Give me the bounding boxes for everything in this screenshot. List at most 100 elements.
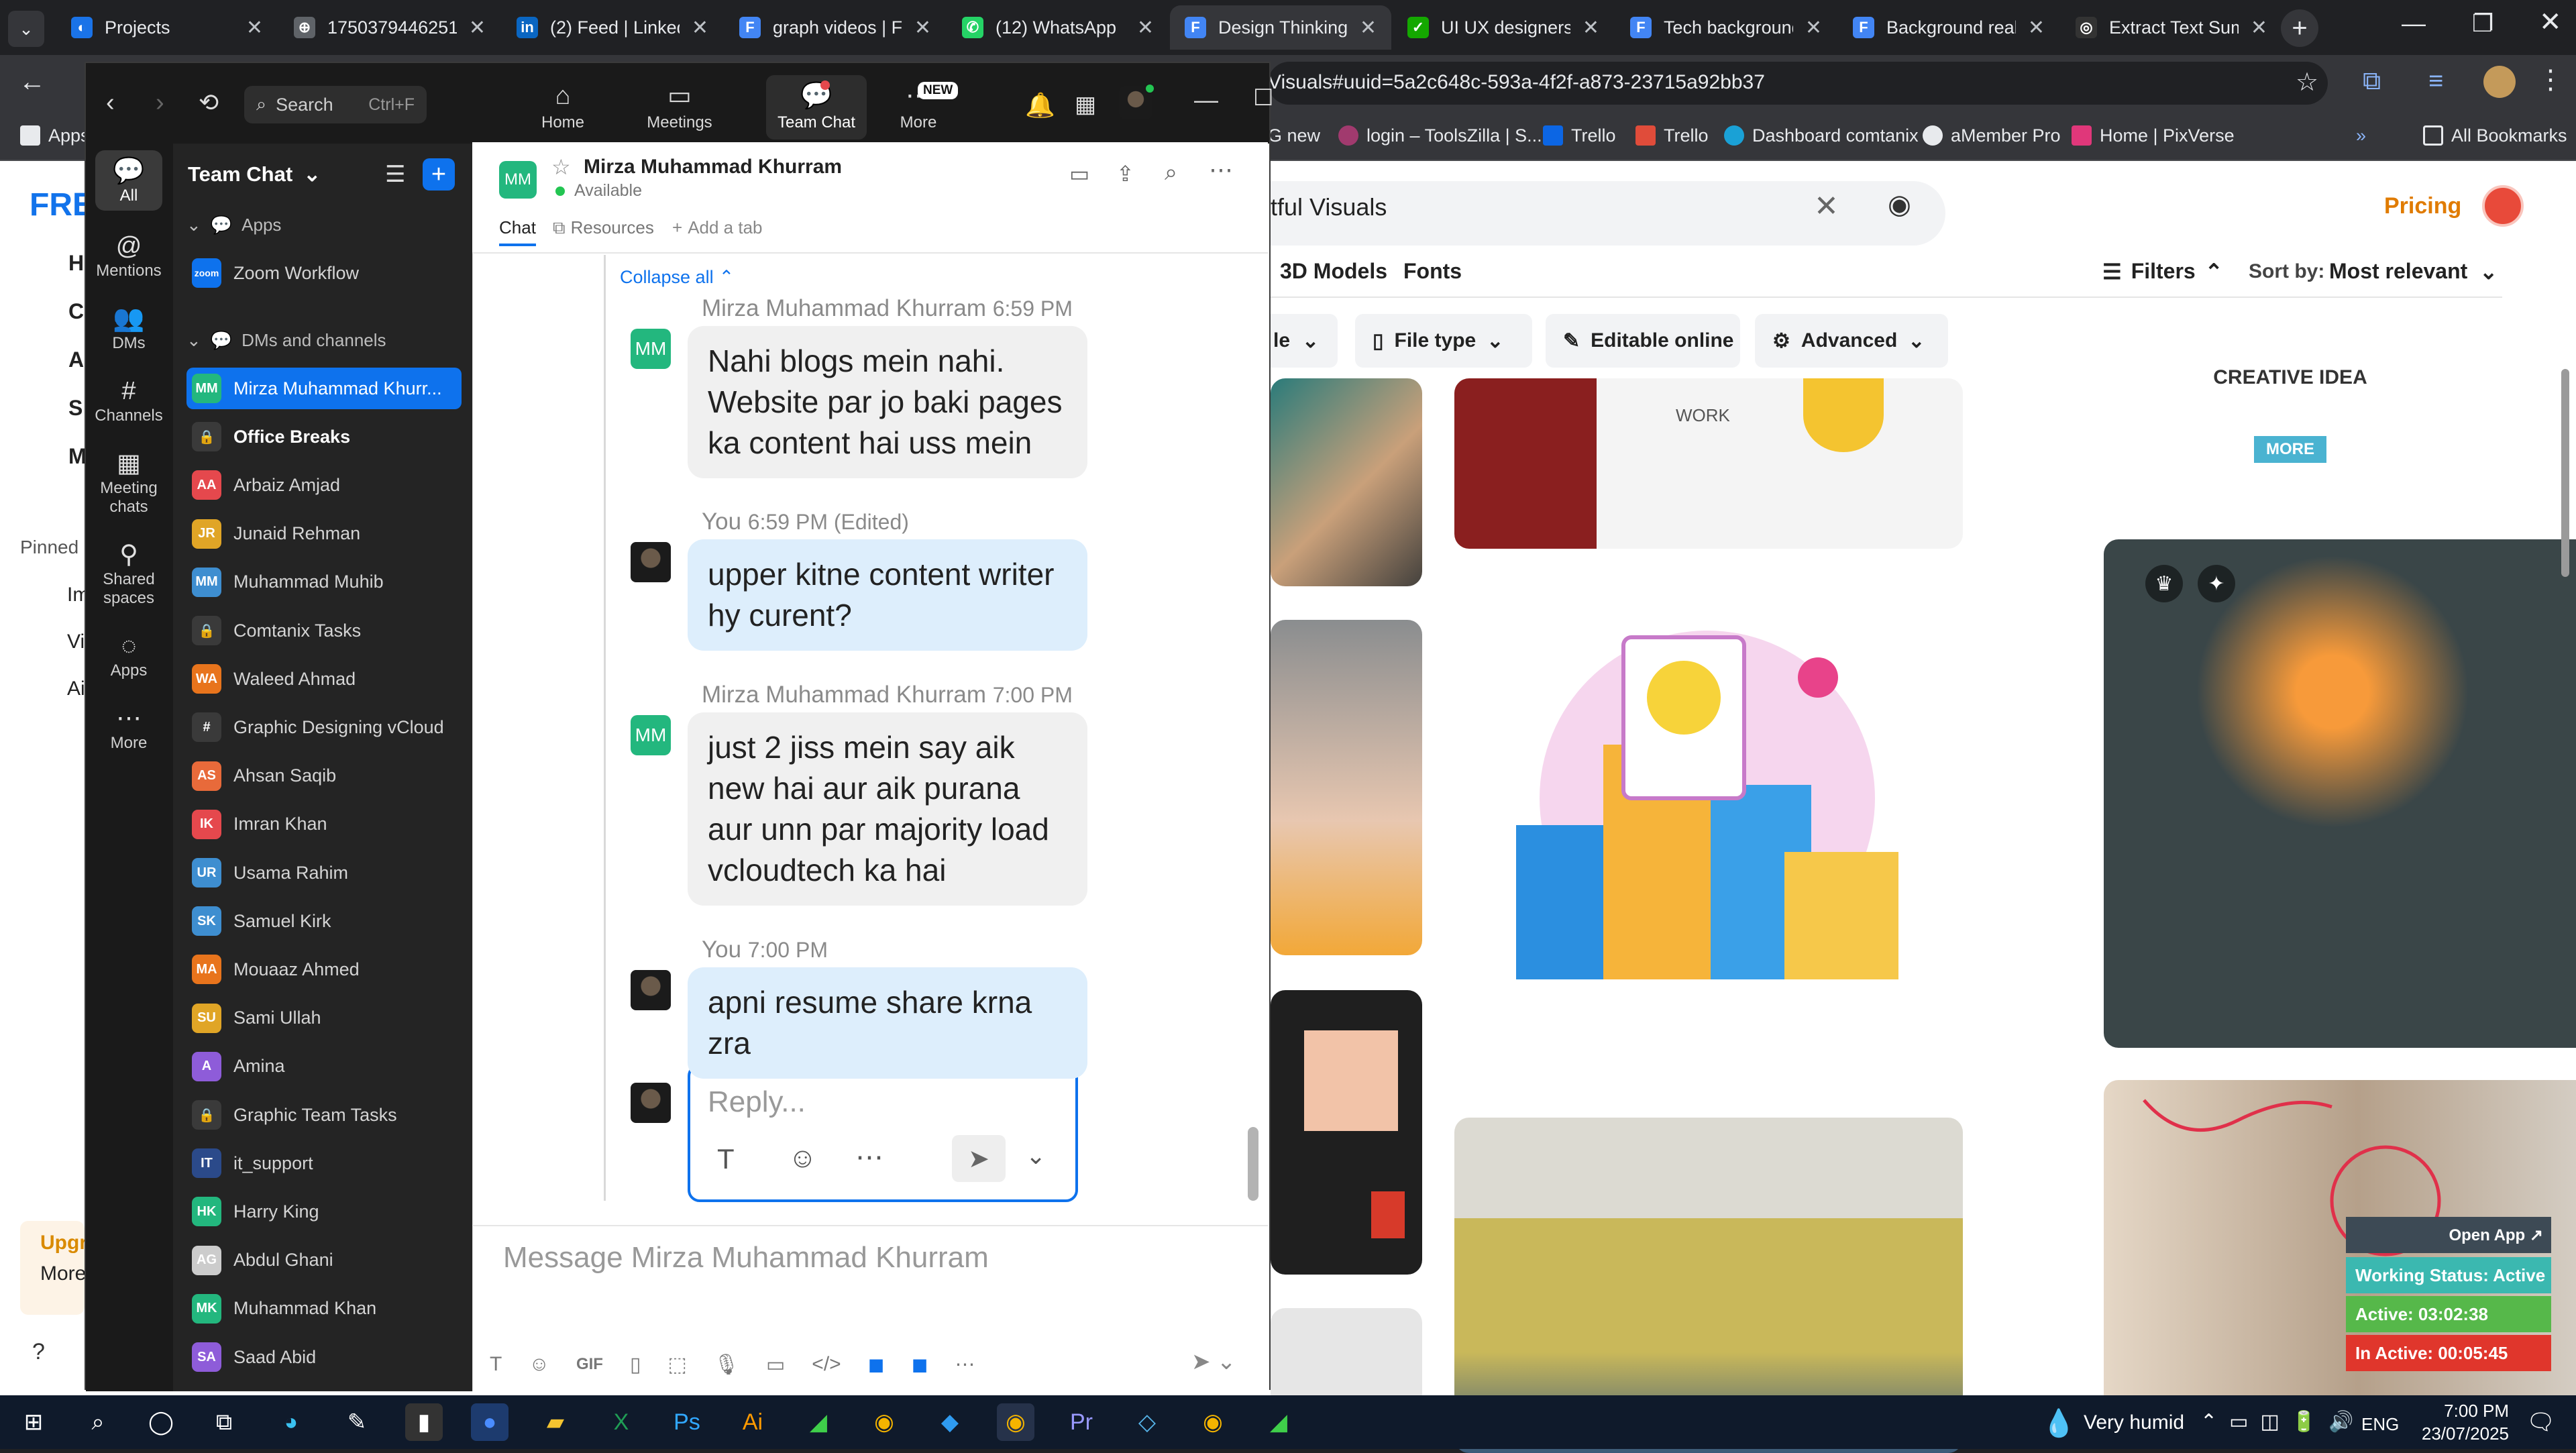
emoji-icon[interactable]: ☺ [529, 1353, 549, 1376]
excel-icon[interactable]: X [602, 1403, 640, 1441]
app-icon[interactable]: ◼ [912, 1353, 928, 1377]
list-item-zoom-workflow[interactable]: zoom Zoom Workflow [192, 252, 359, 294]
search-input[interactable]: ⌕ Search Ctrl+F [244, 86, 427, 123]
browser-menu-icon[interactable]: ⋮ [2537, 64, 2564, 95]
result-image[interactable] [1516, 624, 1898, 979]
zoom-app-icon[interactable]: ● [471, 1403, 508, 1441]
filter-chip[interactable]: le ⌄ [1271, 314, 1338, 368]
notifications-icon[interactable]: 🗨 [2526, 1409, 2555, 1436]
contact-avatar[interactable]: MM [631, 329, 671, 369]
rail-apps[interactable]: ◌ Apps [95, 631, 162, 680]
rail-shared-spaces[interactable]: ⚲ Shared spaces [95, 539, 162, 608]
filters-toggle[interactable]: ☰ Filters ⌃ [2102, 259, 2223, 284]
close-tab-icon[interactable]: ✕ [1137, 16, 1154, 40]
app-green-icon[interactable]: ◢ [800, 1403, 837, 1441]
browser-tab[interactable]: F Tech background ✕ [1615, 5, 1837, 50]
contact-avatar[interactable]: MM [631, 715, 671, 755]
rail-more[interactable]: ⋯ More [95, 703, 162, 753]
tab-chat[interactable]: Chat [499, 217, 536, 246]
back-icon[interactable]: ← [19, 67, 46, 97]
upgrade-card[interactable]: Upgr More [20, 1221, 87, 1315]
new-chat-button[interactable]: + [423, 158, 455, 191]
rail-channels[interactable]: # Channels [95, 376, 162, 425]
list-item[interactable]: MM Mirza Muhammad Khurr... [186, 368, 462, 409]
list-item[interactable]: UR Usama Rahim [186, 852, 462, 894]
browser-tab[interactable]: ⊕ 1750379446251 (✕ [279, 5, 500, 50]
scrollbar[interactable] [1248, 1127, 1258, 1201]
close-tab-icon[interactable]: ✕ [1582, 16, 1599, 40]
scrollbar[interactable] [2561, 369, 2569, 577]
clear-search-icon[interactable]: ✕ [1814, 189, 1839, 223]
list-item[interactable]: JR Junaid Rehman [186, 513, 462, 555]
browser-tab[interactable]: F Background realis ✕ [1838, 5, 2059, 50]
text-format-icon[interactable]: T [717, 1143, 735, 1175]
nav-team-chat[interactable]: 💬 Team Chat [766, 75, 867, 140]
chat-search-icon[interactable]: ⌕ [1165, 160, 1177, 186]
result-image[interactable] [1271, 1308, 1422, 1409]
close-tab-icon[interactable]: ✕ [1805, 16, 1822, 40]
close-tab-icon[interactable]: ✕ [914, 16, 931, 40]
minimize-icon[interactable]: — [1194, 86, 1218, 114]
list-item[interactable]: 🔒 Office Breaks [186, 416, 462, 458]
weather-text[interactable]: Very humid [2084, 1411, 2184, 1434]
list-item[interactable]: # Graphic Designing vCloud [186, 706, 462, 748]
tab-3d-models[interactable]: 3D Models [1280, 259, 1387, 284]
close-tab-icon[interactable]: ✕ [692, 16, 708, 40]
cortana-icon[interactable]: ◯ [142, 1403, 180, 1441]
editable-online-chip[interactable]: ✎ Editable online [1546, 314, 1740, 368]
browser-tab[interactable]: in (2) Feed | LinkedIn ✕ [502, 5, 723, 50]
nav-home[interactable]: ⌂ Home [513, 75, 613, 140]
bookmark-apps[interactable]: Apps [20, 121, 90, 150]
message-bubble[interactable]: apni resume share krna zra [688, 967, 1087, 1079]
bookmark-g-new[interactable]: G new [1268, 121, 1320, 150]
more-icon[interactable]: ⋯ [955, 1353, 975, 1377]
close-tab-icon[interactable]: ✕ [1360, 16, 1377, 40]
pen-icon[interactable]: ✎ [338, 1403, 376, 1441]
video-clip-icon[interactable]: ▭ [766, 1353, 785, 1377]
file-type-chip[interactable]: ▯ File type ⌄ [1355, 314, 1532, 368]
illustrator-icon[interactable]: Ai [734, 1403, 771, 1441]
file-icon[interactable]: ▯ [630, 1353, 641, 1377]
bookmark-star-icon[interactable]: ☆ [2296, 67, 2318, 97]
calendar-icon[interactable]: ▦ [1075, 91, 1096, 118]
bookmark-dashboard[interactable]: Dashboard comtanix [1724, 121, 1919, 150]
screenshot-icon[interactable]: ⬚ [667, 1353, 686, 1377]
windows-start-icon[interactable]: ⊞ [15, 1403, 52, 1441]
minimize-window-icon[interactable]: — [2402, 9, 2426, 38]
bookmark-trello-2[interactable]: Trello [1635, 121, 1709, 150]
contact-avatar[interactable]: MM [499, 161, 537, 199]
list-item[interactable]: MA Mouaaz Ahmed [186, 949, 462, 990]
pinned-item[interactable]: Ai [67, 678, 85, 700]
terminal-icon[interactable]: ▮ [405, 1403, 443, 1441]
pricing-link[interactable]: Pricing [2384, 193, 2461, 219]
rail-mentions[interactable]: @ Mentions [95, 231, 162, 280]
chat-more-icon[interactable]: ⋯ [1209, 156, 1233, 184]
message-composer[interactable]: Message Mirza Muhammad Khurram [503, 1241, 989, 1275]
rail-all[interactable]: 💬 All [95, 150, 162, 211]
help-icon[interactable]: ? [32, 1339, 45, 1365]
emoji-icon[interactable]: ☺ [788, 1142, 817, 1174]
result-image[interactable] [1271, 620, 1422, 955]
list-item[interactable]: A Amina [186, 1046, 462, 1087]
weather-icon[interactable]: 💧 [2042, 1407, 2076, 1439]
close-tab-icon[interactable]: ✕ [246, 16, 263, 40]
task-view-icon[interactable]: ⧉ [205, 1403, 243, 1441]
photoshop-icon[interactable]: Ps [668, 1403, 706, 1441]
forward-arrow-icon[interactable]: › [156, 89, 164, 117]
list-item[interactable]: SU Sami Ullah [186, 998, 462, 1039]
chrome-icon[interactable]: ◉ [865, 1403, 903, 1441]
bookmark-toolszilla[interactable]: login – ToolsZilla | S... [1338, 121, 1542, 150]
video-call-icon[interactable]: ▭ [1069, 161, 1089, 186]
sortby-select[interactable]: Most relevant ⌄ [2329, 259, 2498, 284]
send-button[interactable]: ➤ [952, 1135, 1006, 1182]
app-icon[interactable]: ◼ [868, 1353, 885, 1377]
list-item[interactable]: MM Muhammad Muhib [186, 561, 462, 603]
nav-letter[interactable]: C [68, 299, 84, 324]
list-item[interactable]: AG Abdul Ghani [186, 1240, 462, 1281]
list-title[interactable]: Team Chat ⌄ [188, 162, 321, 186]
promo-button[interactable]: MORE [2254, 436, 2326, 463]
back-arrow-icon[interactable]: ‹ [106, 89, 115, 117]
bookmark-amember[interactable]: aMember Pro [1923, 121, 2061, 150]
app-icon[interactable]: ◇ [1128, 1403, 1166, 1441]
rail-dms[interactable]: 👥 DMs [95, 303, 162, 353]
